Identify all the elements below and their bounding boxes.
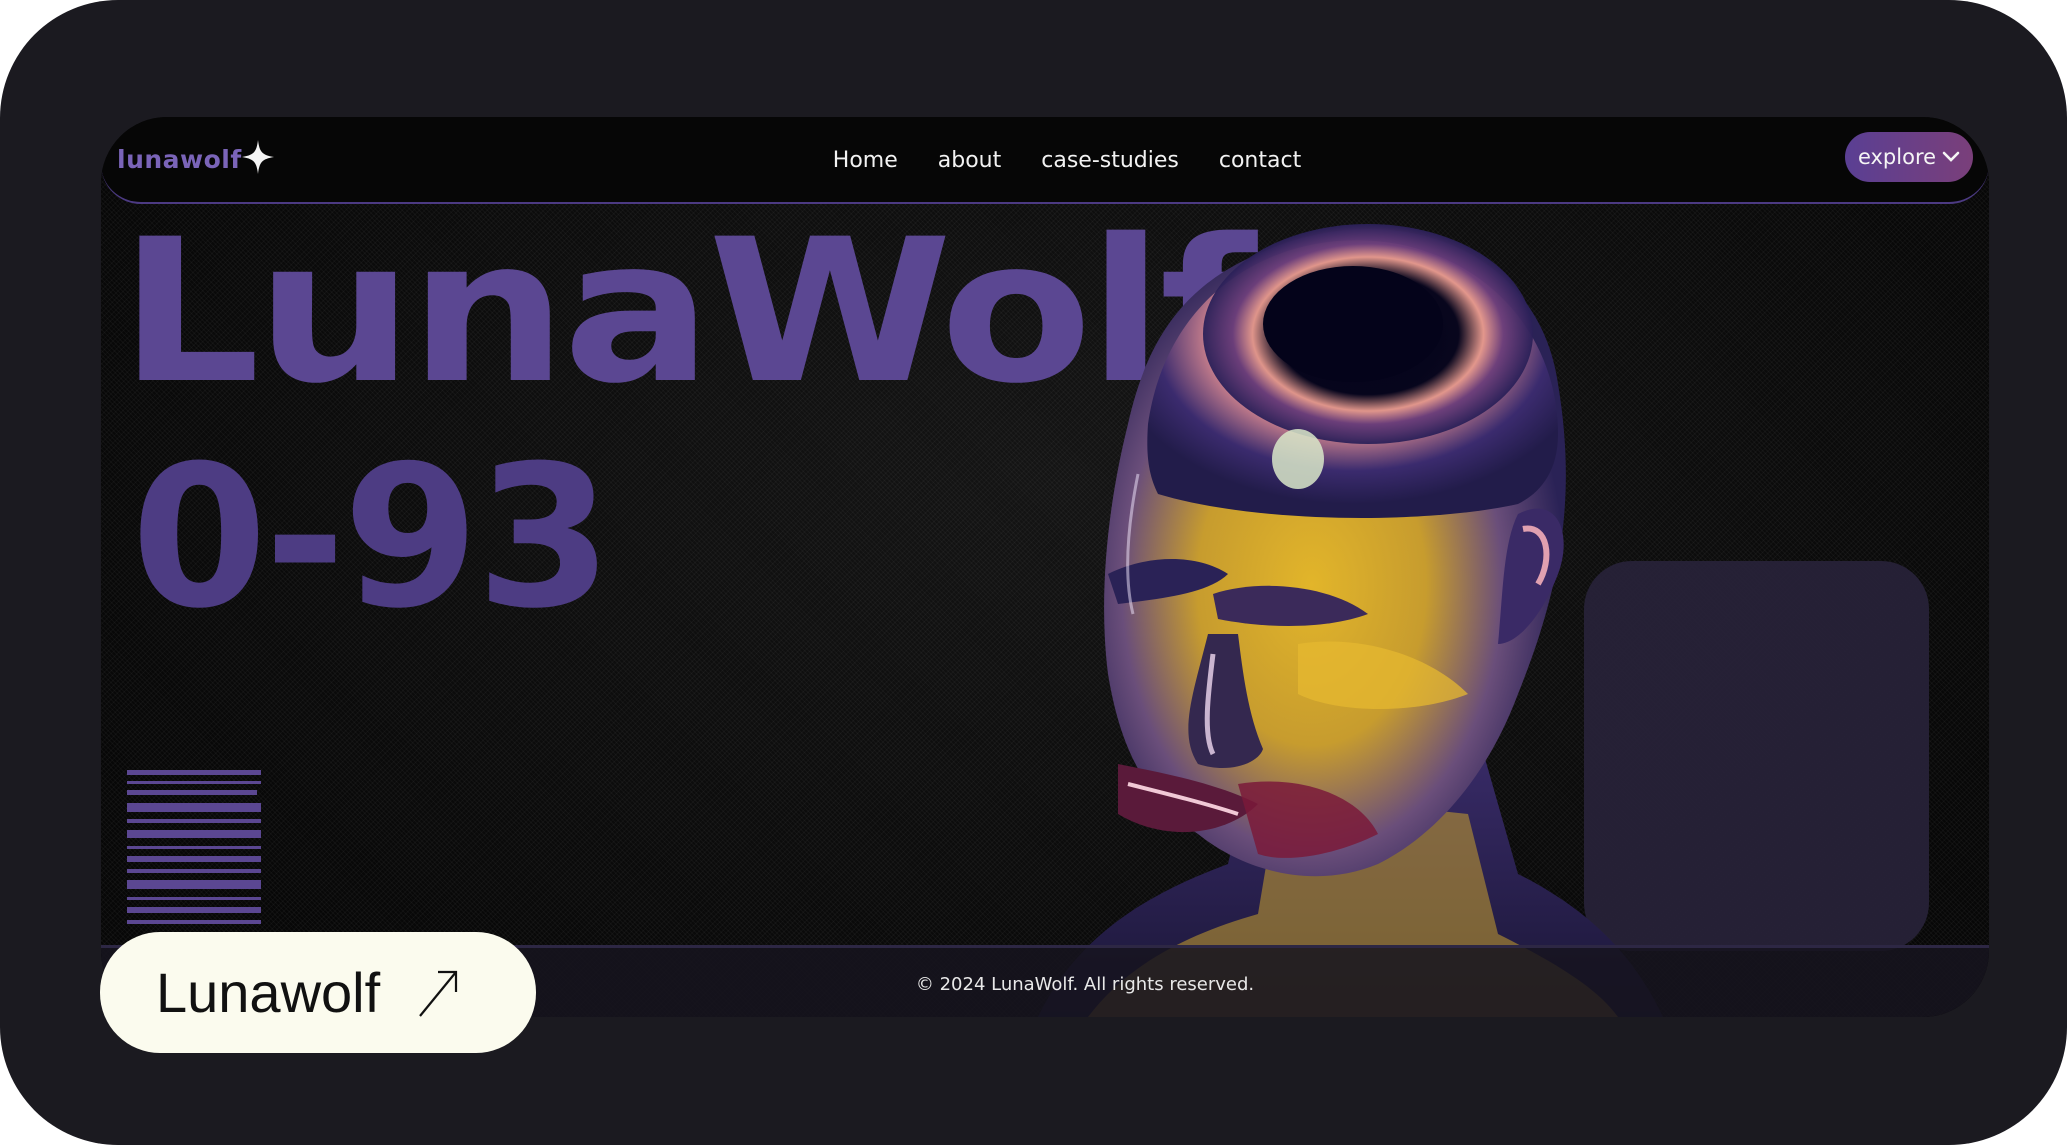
chrome-head-image — [1038, 224, 1663, 1017]
navbar: lunawolf Home about case-studies contact… — [101, 117, 1989, 204]
chevron-down-icon — [1942, 151, 1960, 162]
nav-link-contact[interactable]: contact — [1219, 148, 1301, 173]
website-preview: lunawolf Home about case-studies contact… — [101, 117, 1989, 1017]
barcode-decoration — [127, 770, 261, 924]
chip-label: Lunawolf — [156, 961, 381, 1024]
nav-link-case-studies[interactable]: case-studies — [1041, 148, 1179, 173]
main-nav: Home about case-studies contact — [101, 117, 1989, 204]
nav-link-home[interactable]: Home — [833, 148, 898, 173]
arrow-up-right-icon — [419, 970, 458, 1017]
project-link-chip[interactable]: Lunawolf — [100, 932, 536, 1053]
nav-link-about[interactable]: about — [938, 148, 1001, 173]
explore-button-label: explore — [1857, 145, 1937, 169]
hero-number: 0-93 — [131, 424, 612, 652]
explore-button[interactable]: explore — [1845, 132, 1973, 182]
window-frame: lunawolf Home about case-studies contact… — [0, 0, 2067, 1145]
